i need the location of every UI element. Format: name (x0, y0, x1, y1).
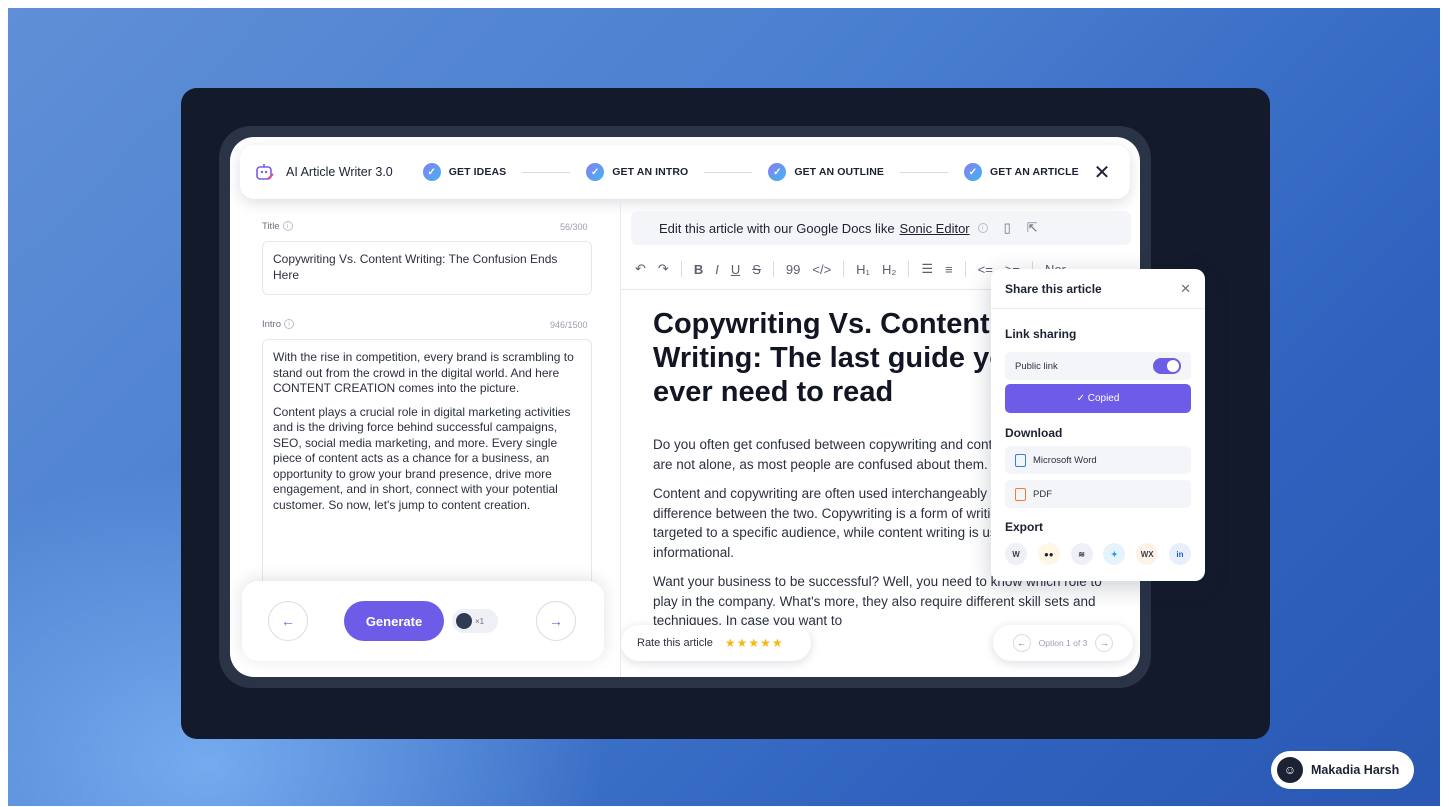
author-logo-icon: ☺ (1277, 757, 1303, 783)
prev-option-button[interactable]: ← (1012, 634, 1031, 652)
public-link-label: Public link (1015, 360, 1058, 372)
heading2-button[interactable]: H₂ (882, 262, 896, 277)
share-popup: Share this article ✕ Link sharing Public… (991, 269, 1205, 581)
toolbar-separator (908, 261, 910, 277)
close-icon[interactable]: ✕ (1180, 281, 1191, 297)
editor-banner: Edit this article with our Google Docs l… (631, 211, 1131, 245)
undo-icon[interactable]: ↶ (635, 261, 646, 277)
title-label: Title i (262, 221, 293, 232)
download-pdf-button[interactable]: PDF (1005, 480, 1191, 508)
wizard-header: AI Article Writer 3.0 ✓ GET IDEAS ✓ GET … (240, 145, 1130, 199)
intro-paragraph: Content plays a crucial role in digital … (273, 404, 571, 512)
title-input[interactable]: Copywriting Vs. Content Writing: The Con… (262, 241, 592, 295)
underline-button[interactable]: U (731, 262, 740, 277)
generate-bar: ← Generate ×1 → (242, 581, 604, 661)
step-get-outline[interactable]: ✓ GET AN OUTLINE (768, 163, 884, 181)
share-header: Share this article ✕ (991, 269, 1205, 309)
arrow-left-icon: ← (281, 613, 295, 629)
twitter-icon[interactable]: ✦ (1103, 543, 1126, 565)
step-label: GET AN ARTICLE (990, 166, 1079, 178)
quote-button[interactable]: 99 (786, 262, 800, 277)
bookmark-icon[interactable]: ▯ (1004, 220, 1011, 236)
check-icon: ✓ (586, 163, 605, 181)
pdf-label: PDF (1033, 488, 1052, 500)
download-heading: Download (1005, 426, 1063, 440)
numbered-list-icon[interactable]: ≡ (945, 262, 953, 277)
heading1-button[interactable]: H₁ (856, 262, 870, 277)
export-heading: Export (1005, 520, 1044, 534)
italic-button[interactable]: I (715, 262, 719, 277)
wix-icon[interactable]: WX (1136, 543, 1159, 565)
bold-button[interactable]: B (694, 262, 703, 277)
webflow-icon[interactable]: ≋ (1070, 543, 1093, 565)
public-link-row: Public link (1005, 352, 1191, 380)
generate-button[interactable]: Generate (344, 601, 444, 641)
rate-label: Rate this article (637, 637, 713, 649)
info-icon: i (284, 319, 295, 330)
link-sharing-heading: Link sharing (1005, 327, 1077, 341)
intro-textarea[interactable]: With the rise in competition, every bran… (262, 339, 592, 599)
credit-icon (456, 613, 472, 629)
robot-icon (254, 161, 276, 183)
check-icon: ✓ (422, 163, 441, 181)
wordpress-icon[interactable]: W (1005, 543, 1027, 565)
info-icon: i (282, 221, 293, 232)
prev-button[interactable]: ← (268, 601, 308, 641)
author-badge: ☺ Makadia Harsh (1271, 751, 1414, 789)
word-label: Microsoft Word (1033, 454, 1097, 466)
share-title: Share this article (1005, 281, 1102, 296)
linkedin-icon[interactable]: in (1168, 543, 1191, 565)
toolbar-separator (843, 261, 845, 277)
code-button[interactable]: </> (812, 262, 831, 277)
public-link-toggle[interactable] (1153, 358, 1181, 374)
intro-label: Intro i (262, 319, 295, 330)
credit-badge: ×1 (452, 609, 498, 633)
check-icon: ✓ (768, 163, 787, 181)
sonic-editor-link[interactable]: Sonic Editor (900, 221, 970, 236)
bullet-list-icon[interactable]: ☰ (921, 261, 933, 277)
author-name: Makadia Harsh (1311, 763, 1400, 777)
word-doc-icon (1015, 453, 1026, 467)
medium-icon[interactable]: ●● (1037, 543, 1060, 565)
arrow-right-icon: → (549, 613, 563, 629)
title-char-count: 56/300 (560, 222, 588, 232)
app-title: AI Article Writer 3.0 (286, 165, 393, 179)
step-label: GET AN OUTLINE (794, 166, 884, 178)
info-icon: i (977, 223, 988, 233)
editor-banner-text: Edit this article with our Google Docs l… (659, 220, 895, 236)
next-option-button[interactable]: → (1095, 634, 1114, 652)
input-panel: Title i 56/300 Copywriting Vs. Content Wr… (230, 199, 620, 677)
close-icon[interactable]: ✕ (1088, 160, 1116, 185)
copy-link-button[interactable]: ✓ Copied (1005, 384, 1191, 413)
option-pager: ← Option 1 of 3 → (993, 625, 1133, 661)
step-get-intro[interactable]: ✓ GET AN INTRO (586, 163, 688, 181)
pdf-icon (1015, 487, 1026, 501)
download-word-button[interactable]: Microsoft Word (1005, 446, 1191, 474)
toolbar-separator (680, 261, 682, 277)
step-label: GET IDEAS (448, 166, 507, 178)
strikethrough-button[interactable]: S (752, 262, 761, 277)
external-link-icon[interactable]: ⇱ (1027, 220, 1038, 236)
toolbar-separator (964, 261, 966, 277)
rate-article-bar: Rate this article ★★★★★ (621, 625, 811, 661)
export-icons: W ●● ≋ ✦ WX in (1005, 543, 1191, 565)
step-connector (522, 171, 571, 173)
step-get-article[interactable]: ✓ GET AN ARTICLE (964, 163, 1079, 181)
check-icon: ✓ (964, 163, 982, 181)
option-label: Option 1 of 3 (1038, 638, 1088, 648)
toolbar-separator (772, 261, 774, 277)
step-connector (900, 171, 948, 173)
redo-icon[interactable]: ↷ (658, 261, 669, 277)
step-connector (704, 171, 753, 173)
star-rating[interactable]: ★★★★★ (725, 636, 784, 650)
intro-char-count: 946/1500 (550, 320, 588, 330)
credit-count: ×1 (475, 616, 485, 626)
intro-paragraph: With the rise in competition, every bran… (273, 350, 574, 395)
step-get-ideas[interactable]: ✓ GET IDEAS (422, 163, 507, 181)
next-button[interactable]: → (536, 601, 576, 641)
step-label: GET AN INTRO (612, 166, 689, 178)
